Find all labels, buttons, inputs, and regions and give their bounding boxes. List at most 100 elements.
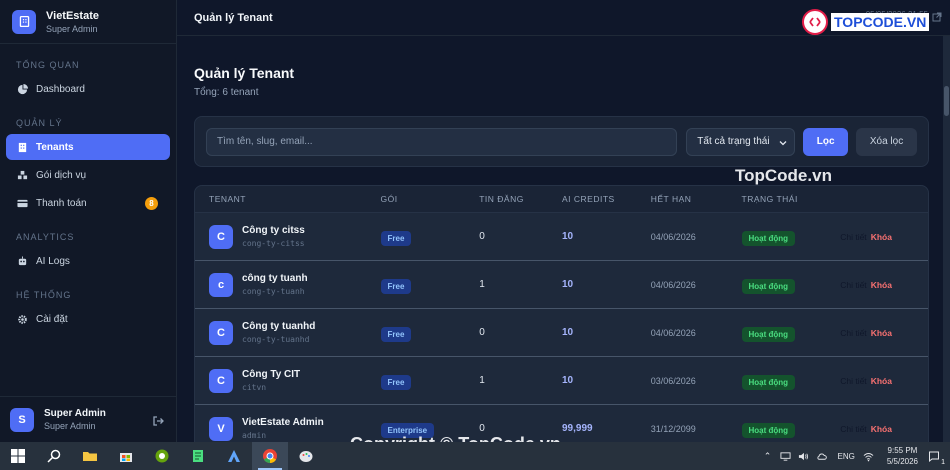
detail-link[interactable]: Chi tiết <box>840 376 866 386</box>
detail-link[interactable]: Chi tiết <box>840 424 866 434</box>
lock-button[interactable]: Khóa <box>871 376 892 386</box>
tenant-name: Công ty tuanhd <box>242 321 316 332</box>
sidebar-item-dashboard[interactable]: Dashboard <box>6 76 170 102</box>
tenant-slug: cong-ty-tuanh <box>242 287 305 296</box>
table-row[interactable]: V VietEstate Admin admin Enterprise 0 99,9… <box>195 405 928 442</box>
store-button[interactable] <box>108 442 144 470</box>
green-app-icon <box>155 449 169 463</box>
detail-link[interactable]: Chi tiết <box>840 232 866 242</box>
filter-button[interactable]: Lọc <box>803 127 849 156</box>
external-link-icon[interactable] <box>932 9 942 22</box>
logout-icon[interactable] <box>152 414 164 426</box>
robot-icon <box>16 255 28 267</box>
ai-credits: 10 <box>562 279 574 290</box>
clock-date: 5/5/2026 <box>886 457 918 466</box>
chevron-up-icon[interactable]: ⌃ <box>760 448 776 464</box>
sidebar-item-tenants[interactable]: Tenants <box>6 134 170 160</box>
expiry-date: 31/12/2099 <box>650 423 696 434</box>
network-icon[interactable] <box>778 448 794 464</box>
app-green-button[interactable] <box>144 442 180 470</box>
notification-icon[interactable]: 1 <box>926 448 945 466</box>
detail-link[interactable]: Chi tiết <box>840 328 866 338</box>
page-content: Quản lý Tenant Tổng: 6 tenant Tất cả trạ… <box>177 36 950 442</box>
palette-icon <box>299 451 313 462</box>
listings-count: 0 <box>479 423 485 434</box>
sidebar-item-label: Thanh toán <box>36 197 87 209</box>
listings-count: 1 <box>479 279 485 290</box>
expiry-date: 04/06/2026 <box>650 279 696 290</box>
search-input[interactable] <box>206 127 678 156</box>
clock-time: 9:55 PM <box>887 446 918 455</box>
brand[interactable]: VietEstate Super Admin <box>0 0 176 44</box>
sidebar-item-settings[interactable]: Cài đặt <box>6 306 170 332</box>
expiry-date: 04/06/2026 <box>650 231 696 242</box>
status-badge: Hoạt động <box>741 230 796 246</box>
column-header[interactable]: TIN ĐĂNG <box>479 194 562 204</box>
tenant-avatar: V <box>209 416 233 441</box>
topcode-logo-icon <box>802 9 828 35</box>
table-row[interactable]: c công ty tuanh cong-ty-tuanh Free 1 10 04… <box>195 261 928 309</box>
plan-badge: Free <box>380 278 412 294</box>
sidebar-item-payments[interactable]: Thanh toán 8 <box>6 190 170 216</box>
clear-filter-button[interactable]: Xóa lọc <box>856 127 917 156</box>
file-explorer-button[interactable] <box>72 442 108 470</box>
column-header[interactable]: HẾT HẠN <box>651 194 742 204</box>
lock-button[interactable]: Khóa <box>871 328 892 338</box>
main-content: Quản lý Tenant 05/05/2026 21:55 Quản lý … <box>177 0 950 442</box>
brand-title: VietEstate <box>46 9 99 22</box>
table-row[interactable]: C Công ty citss cong-ty-citss Free 0 10 04… <box>195 213 928 261</box>
column-header[interactable]: AI CREDITS <box>562 194 651 204</box>
tenant-slug: citvn <box>242 383 267 392</box>
status-select[interactable]: Tất cả trạng thái <box>686 127 796 156</box>
scrollbar-thumb[interactable] <box>944 86 949 116</box>
app-a-button[interactable] <box>216 442 252 470</box>
paint-button[interactable] <box>288 442 324 470</box>
status-badge: Hoạt động <box>741 374 796 390</box>
plan-badge: Free <box>380 230 412 246</box>
vertical-scrollbar[interactable] <box>943 36 950 442</box>
gear-icon <box>16 313 28 325</box>
language-indicator[interactable]: ENG <box>838 452 855 461</box>
wifi-icon[interactable] <box>861 448 877 464</box>
topcode-watermark-logo: TOPCODE.VN <box>802 9 930 35</box>
column-header[interactable]: TENANT <box>195 194 381 204</box>
column-header[interactable]: TRẠNG THÁI <box>742 194 841 204</box>
chrome-button[interactable] <box>252 442 288 470</box>
table-row[interactable]: C Công ty tuanhd cong-ty-tuanhd Free 0 10 … <box>195 309 928 357</box>
search-button[interactable] <box>36 442 72 470</box>
nav-section-title: QUẢN LÝ <box>16 118 63 128</box>
notepad-button[interactable] <box>180 442 216 470</box>
tenant-name: VietEstate Admin <box>242 417 324 428</box>
pie-chart-icon <box>16 83 28 95</box>
app-window: VietEstate Super Admin TỔNG QUAN Dashboa… <box>0 0 950 442</box>
tenant-table: TENANT GÓI TIN ĐĂNG AI CREDITS HẾT HẠN T… <box>194 185 929 442</box>
sidebar-item-ai-logs[interactable]: AI Logs <box>6 248 170 274</box>
plan-badge: Free <box>380 326 412 342</box>
filter-bar: Tất cả trạng thái Lọc Xóa lọc <box>194 116 929 167</box>
tenant-name: Công Ty CIT <box>242 369 301 380</box>
table-row[interactable]: C Công Ty CIT citvn Free 1 10 03/06/2026 H… <box>195 357 928 405</box>
lock-button[interactable]: Khóa <box>871 280 892 290</box>
lock-button[interactable]: Khóa <box>871 424 892 434</box>
building-icon <box>16 141 28 153</box>
clock[interactable]: 9:55 PM 5/5/2026 <box>887 445 918 467</box>
tenant-slug: cong-ty-tuanhd <box>242 335 310 344</box>
status-badge: Hoạt động <box>741 326 796 342</box>
nav-section-title: TỔNG QUAN <box>16 60 80 70</box>
volume-icon[interactable] <box>796 448 812 464</box>
column-header[interactable]: GÓI <box>381 194 480 204</box>
start-button[interactable] <box>0 442 36 470</box>
page-title: Quản lý Tenant <box>194 65 295 81</box>
detail-link[interactable]: Chi tiết <box>840 280 866 290</box>
lock-button[interactable]: Khóa <box>871 232 892 242</box>
status-badge: Hoạt động <box>741 422 796 438</box>
sidebar-item-label: AI Logs <box>36 255 70 267</box>
sidebar-item-packages[interactable]: Gói dịch vụ <box>6 162 170 188</box>
listings-count: 1 <box>479 375 485 386</box>
chevron-down-icon <box>779 139 787 147</box>
brand-subtitle: Super Admin <box>46 23 98 34</box>
expiry-date: 03/06/2026 <box>650 375 696 386</box>
tenant-slug: cong-ty-citss <box>242 239 305 248</box>
cloud-icon[interactable] <box>814 448 830 464</box>
user-profile[interactable]: S Super Admin Super Admin <box>0 396 176 442</box>
